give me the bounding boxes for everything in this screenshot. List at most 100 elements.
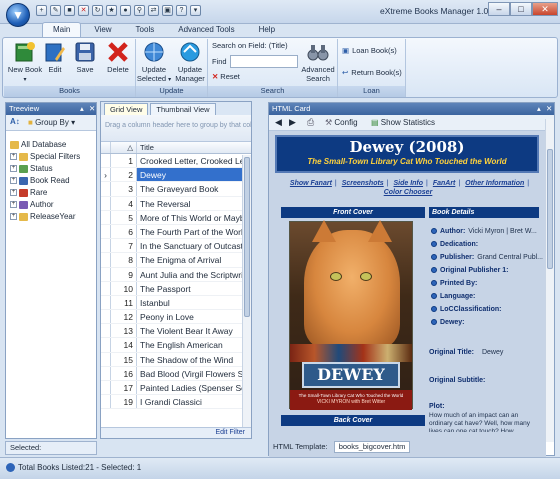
pin-icon[interactable]: ▴ (537, 103, 541, 115)
link-side-info[interactable]: Side Info (393, 180, 423, 187)
expand-icon[interactable]: + (10, 189, 17, 196)
table-row[interactable]: 7 In the Sanctuary of Outcasts (101, 239, 251, 254)
tree-item-book-read[interactable]: + Book Read (10, 176, 70, 185)
tree-item-release-year[interactable]: + ReleaseYear (10, 212, 76, 221)
find-input[interactable] (230, 55, 298, 68)
tab-main[interactable]: Main (42, 22, 82, 37)
star-icon[interactable]: ★ (106, 5, 117, 16)
edit-icon[interactable]: ✎ (50, 5, 61, 16)
table-row[interactable]: › 2 Dewey (101, 168, 251, 183)
column-title-header[interactable]: Title (137, 142, 251, 153)
link-fanart[interactable]: FanArt (433, 180, 456, 187)
link-screenshots[interactable]: Screenshots (342, 180, 384, 187)
pin-icon[interactable]: ▴ (80, 103, 84, 115)
link-show-fanart[interactable]: Show Fanart (290, 180, 332, 187)
card-scrollbar[interactable] (545, 119, 554, 442)
tree-item-author[interactable]: + Author (10, 200, 54, 209)
edit-filter-button[interactable]: Edit Filter (215, 429, 245, 436)
help-icon[interactable]: ? (176, 5, 187, 16)
show-statistics-button[interactable]: ▤ Show Statistics (371, 118, 435, 127)
table-row[interactable]: 11 Istanbul (101, 295, 251, 311)
tab-advanced-tools[interactable]: Advanced Tools (167, 22, 245, 37)
table-row[interactable]: 15 The Shadow of the Wind (101, 352, 251, 367)
detail-value: Grand Central Publ... (477, 254, 543, 261)
link-color-chooser[interactable]: Color Chooser (384, 189, 433, 196)
tab-thumbnail-view[interactable]: Thumbnail View (150, 103, 216, 115)
search-field-dropdown[interactable]: Search on Field: (Title) (212, 41, 288, 50)
advanced-search-button[interactable]: Advanced Search (300, 41, 336, 83)
tree-item-special-filters[interactable]: + Special Filters (10, 152, 80, 161)
reset-button[interactable]: ✕ Reset (212, 72, 240, 81)
table-row[interactable]: 8 The Enigma of Arrival (101, 253, 251, 268)
grid-scrollbar[interactable] (242, 155, 251, 429)
sort-az-icon[interactable]: A↕ (10, 117, 20, 126)
table-row[interactable]: 6 The Fourth Part of the World (101, 224, 251, 240)
expand-icon[interactable]: + (10, 153, 17, 160)
grid-rows: 1 Crooked Letter, Crooked Letter › 2 Dewey 3 T… (101, 154, 251, 410)
expand-icon[interactable]: + (10, 201, 17, 208)
edit-button[interactable]: Edit (40, 41, 70, 74)
save-button[interactable]: Save (70, 41, 100, 74)
update-selected-button[interactable]: Update Selected ▾ (136, 41, 172, 85)
table-row[interactable]: 16Bad Blood (Virgil Flowers Series) (101, 366, 251, 381)
loan-books-button[interactable]: ▣ Loan Book(s) (342, 46, 397, 55)
tree-item-status[interactable]: + Status (10, 164, 53, 173)
front-cover-image[interactable]: DEWEY The Small-Town Library Cat Who Tou… (289, 220, 413, 410)
table-row[interactable]: 3 The Graveyard Book (101, 182, 251, 197)
save-icon[interactable]: ■ (64, 5, 75, 16)
table-row[interactable]: 9 Aunt Julia and the Scriptwriter (101, 267, 251, 282)
book-details: Author: Vicki Myron | Bret W... Dedication… (431, 225, 546, 329)
update-manager-button[interactable]: Update Manager (172, 41, 208, 83)
tab-view[interactable]: View (83, 22, 122, 37)
table-row[interactable]: 13 The Violent Bear It Away (101, 324, 251, 339)
print-icon[interactable]: ⎙ (307, 117, 314, 128)
grid-scroll-thumb[interactable] (244, 157, 250, 317)
table-row[interactable]: 10 The Passport (101, 281, 251, 296)
row-number: 9 (111, 267, 137, 281)
delete-icon[interactable]: ✕ (78, 5, 89, 16)
row-number: 17 (111, 381, 137, 395)
table-row[interactable]: 4 The Reversal (101, 196, 251, 211)
close-panel-icon[interactable]: ✕ (89, 103, 95, 115)
table-row[interactable]: 12 Peony in Love (101, 310, 251, 325)
expand-icon[interactable]: + (10, 165, 17, 172)
table-row[interactable]: 14 The English American (101, 338, 251, 353)
search-icon[interactable]: ⚲ (134, 5, 145, 16)
forward-arrow-icon[interactable]: ▶ (289, 117, 296, 128)
row-number: 7 (111, 239, 137, 253)
table-row[interactable]: 5More of This World or Maybe Another (101, 210, 251, 225)
tab-help[interactable]: Help (248, 22, 286, 37)
minimize-button[interactable]: – (488, 2, 510, 16)
tab-tools[interactable]: Tools (125, 22, 166, 37)
new-book-button[interactable]: New Book ▾ (6, 41, 44, 85)
close-button[interactable]: ✕ (532, 2, 558, 16)
expand-icon[interactable]: + (10, 177, 17, 184)
table-row[interactable]: 19 I Grandi Classici (101, 395, 251, 410)
card-scroll-thumb[interactable] (547, 149, 553, 269)
table-row[interactable]: 1 Crooked Letter, Crooked Letter (101, 154, 251, 169)
group-by-dropdown[interactable]: ■ Group By ▾ (28, 118, 75, 127)
link-other-information[interactable]: Other Information (465, 180, 524, 187)
row-number: 2 (111, 168, 137, 182)
maximize-button[interactable]: □ (510, 2, 532, 16)
tab-grid-view[interactable]: Grid View (104, 103, 149, 115)
back-arrow-icon[interactable]: ◀ (275, 117, 282, 128)
globe-icon[interactable]: ● (120, 5, 131, 16)
loan-icon[interactable]: ⇄ (148, 5, 159, 16)
table-row[interactable]: 17 Painted Ladies (Spenser Series) (101, 381, 251, 396)
group-by-band[interactable]: Drag a column header here to group by th… (101, 115, 251, 142)
tree-item-all-database[interactable]: All Database (10, 140, 66, 149)
return-books-button[interactable]: ↩ Return Book(s) (342, 68, 402, 77)
html-template-select[interactable]: books_bigcover.htm (333, 441, 411, 453)
column-number-header[interactable]: △ (111, 142, 137, 153)
app-menu-button[interactable]: ▼ (6, 3, 30, 27)
config-button[interactable]: ⚒ Config (325, 118, 358, 127)
customize-icon[interactable]: ▾ (190, 5, 201, 16)
refresh-icon[interactable]: ↻ (92, 5, 103, 16)
delete-button[interactable]: Delete (102, 41, 134, 74)
book-icon[interactable]: ▣ (162, 5, 173, 16)
expand-icon[interactable]: + (10, 213, 17, 220)
close-panel-icon[interactable]: ✕ (546, 103, 552, 115)
tree-item-rare[interactable]: + Rare (10, 188, 47, 197)
new-icon[interactable]: + (36, 5, 47, 16)
